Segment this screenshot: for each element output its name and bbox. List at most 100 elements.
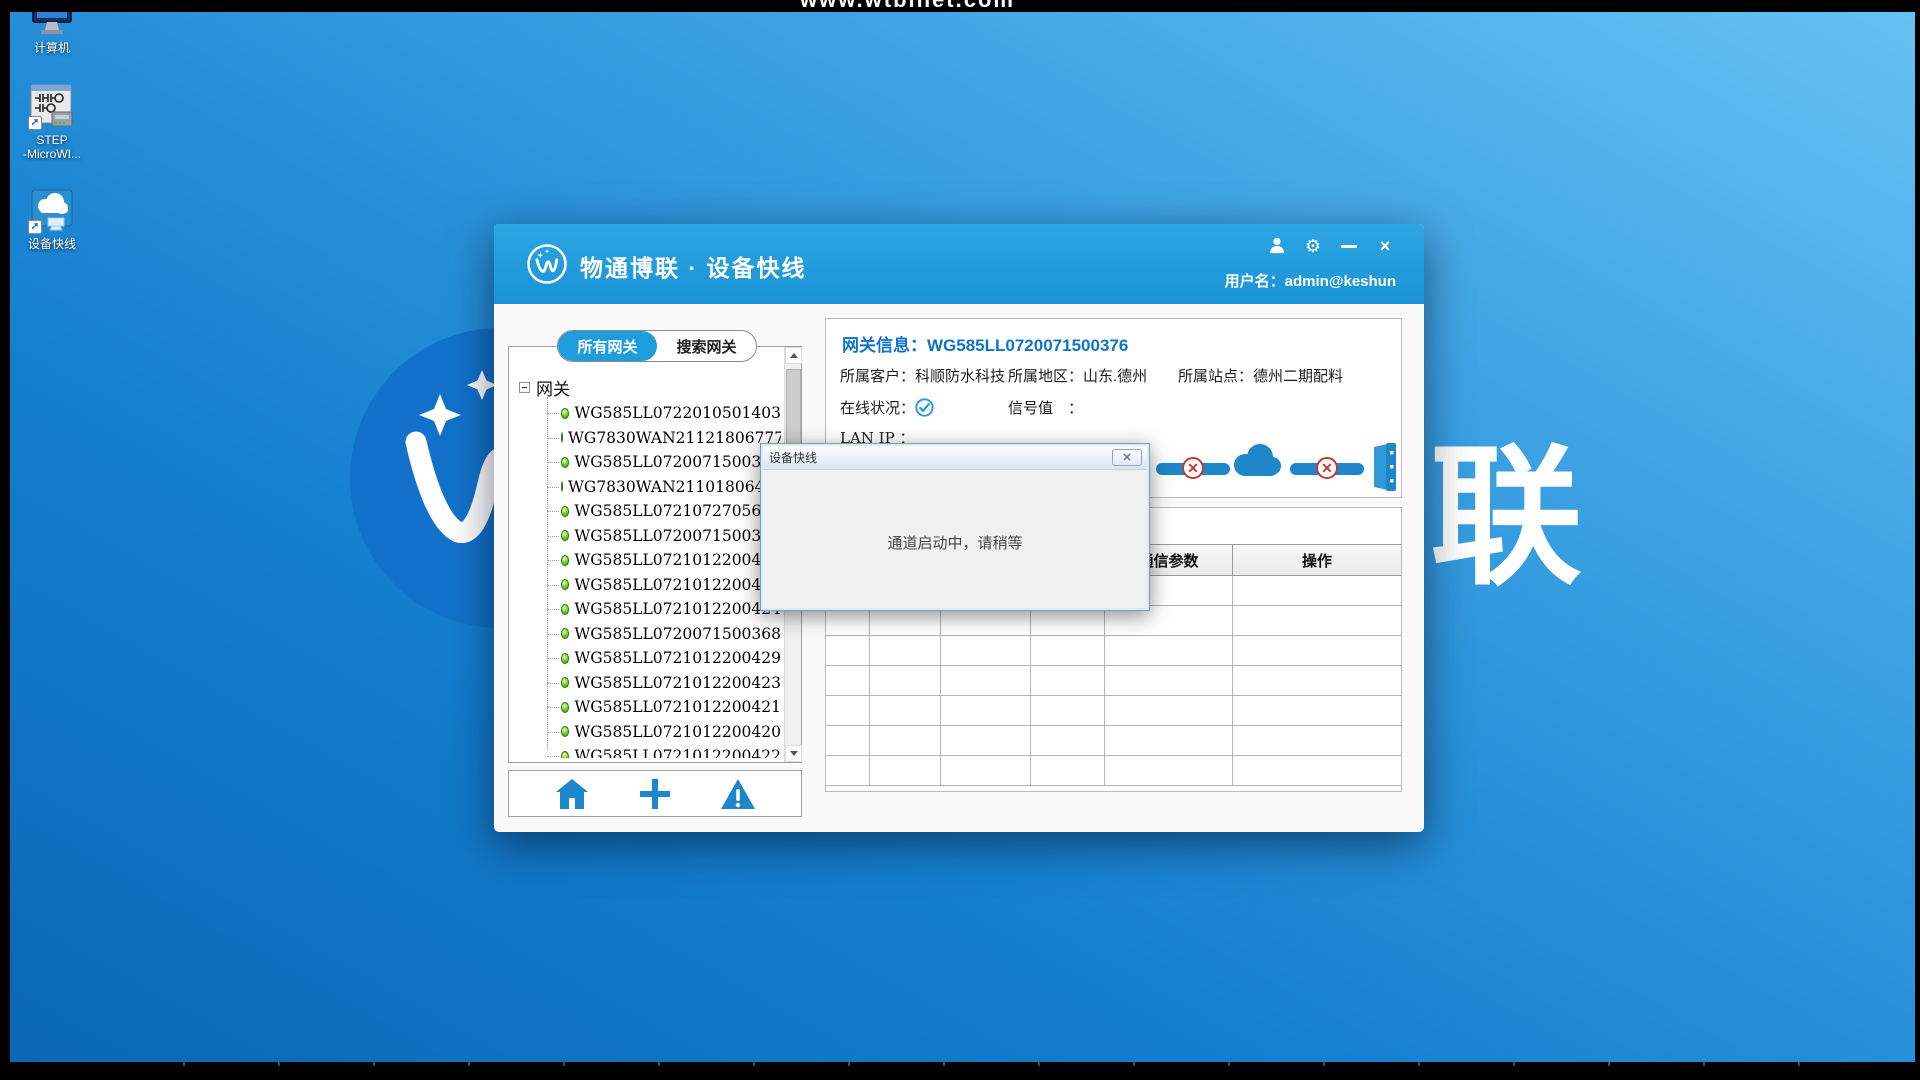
device-table-cell: [1031, 696, 1105, 725]
gateway-tree-item[interactable]: WG585LL0721012200423: [547, 671, 781, 696]
app-logo-icon: [526, 243, 568, 285]
gateway-id-label: WG585LL0721072705666: [574, 502, 781, 520]
gateway-tree-item[interactable]: WG7830WAN21121806777: [547, 426, 781, 451]
gateway-tabs: 所有网关 搜索网关: [557, 330, 757, 362]
tree-expander-icon[interactable]: [519, 382, 530, 393]
add-gateway-button[interactable]: [635, 776, 675, 812]
gateway-tree-items: WG585LL0722010501403 WG7830WAN21121806777…: [547, 401, 781, 758]
device-table-cell: [1105, 696, 1233, 725]
dialog-titlebar[interactable]: 设备快线 ✕: [763, 446, 1147, 470]
gateway-tree-item[interactable]: WG585LL0721012200429: [547, 646, 781, 671]
home-icon: [554, 777, 590, 811]
device-table-cell: [941, 696, 1031, 725]
gateway-id-label: WG585LL0721012200433: [574, 551, 781, 569]
device-table-cell: [870, 696, 941, 725]
device-table-cell: [1031, 756, 1105, 785]
gateway-online-led-icon: [561, 628, 569, 639]
device-table-cell: [870, 726, 941, 755]
alarm-button[interactable]: [718, 776, 758, 812]
gateway-id-label: WG7830WAN21101806458: [568, 478, 781, 496]
gateway-tree-item[interactable]: WG585LL0721012200422: [547, 744, 781, 758]
gateway-id-label: WG7830WAN21121806777: [568, 429, 781, 447]
gateway-tree-item[interactable]: WG585LL0721072705666: [547, 499, 781, 524]
gateway-tree-item[interactable]: WG585LL0721012200433: [547, 548, 781, 573]
device-table-cell: [1233, 756, 1401, 785]
gateway-online-led-icon: [561, 751, 569, 758]
gateway-tree-item[interactable]: WG585LL0721012200420: [547, 720, 781, 745]
gateway-tree-item[interactable]: WG585LL0720071500337: [547, 450, 781, 475]
gateway-list-panel: 网关 WG585LL0722010501403WG7830WAN21121806…: [508, 346, 802, 763]
gateway-tree-item[interactable]: WG7830WAN21101806458: [547, 475, 781, 500]
gateway-online-led-icon: [561, 677, 569, 688]
gateway-tree-item[interactable]: WG585LL0722010501403: [547, 401, 781, 426]
device-table-cell: [826, 756, 870, 785]
home-button[interactable]: [552, 776, 592, 812]
gateway-id-label: WG585LL0721012200429: [574, 649, 781, 667]
dialog-close-button[interactable]: ✕: [1112, 449, 1142, 466]
device-table-cell: [870, 756, 941, 785]
gateway-online-led-icon: [561, 702, 569, 713]
cloud-icon: [1230, 443, 1284, 484]
logged-in-user: 用户名：admin@keshun: [1225, 270, 1396, 291]
device-table-cell: [870, 666, 941, 695]
device-table-cell: [941, 726, 1031, 755]
device-table-row: [826, 756, 1401, 786]
desktop-icon-step7[interactable]: ➚ STEP -MicroWI...: [8, 84, 96, 161]
minimize-button[interactable]: [1338, 236, 1360, 256]
desktop-icon-label: STEP: [8, 133, 96, 147]
step7-icon: ➚: [28, 84, 76, 130]
dialog-title: 设备快线: [769, 449, 817, 466]
gateway-online-led-icon: [561, 555, 569, 566]
gateway-tree-item[interactable]: WG585LL0721012200421: [547, 695, 781, 720]
gateway-tree-item[interactable]: WG585LL0720071500376: [547, 524, 781, 549]
top-watermark-text: www.wtblnet.com: [800, 0, 1270, 12]
gateway-online-led-icon: [561, 530, 569, 541]
shortcut-arrow-icon: ➚: [28, 220, 42, 234]
gateway-online-led-icon: [561, 506, 569, 517]
dialog-message: 通道启动中，请稍等: [761, 532, 1149, 553]
device-table-cell: [1233, 696, 1401, 725]
user-account-icon[interactable]: [1266, 236, 1288, 256]
device-table-cell: [941, 756, 1031, 785]
device-table-cell: [1233, 606, 1401, 635]
device-table-row: [826, 636, 1401, 666]
device-table-cell: [1031, 726, 1105, 755]
tab-search-gateways[interactable]: 搜索网关: [657, 331, 756, 361]
device-table-cell: [1233, 636, 1401, 665]
gateway-tree-item[interactable]: WG585LL0721012200432: [547, 573, 781, 598]
gateway-online-led-icon: [561, 432, 563, 443]
desktop-icon-shebei-kuaixian[interactable]: ➚ 设备快线: [8, 188, 96, 251]
device-table-row: [826, 666, 1401, 696]
server-icon: [1366, 443, 1400, 500]
device-table-cell: [1105, 636, 1233, 665]
tab-all-gateways[interactable]: 所有网关: [558, 331, 657, 361]
gateway-tree-item[interactable]: WG585LL0721012200424: [547, 597, 781, 622]
link-error-icon: ✕: [1182, 457, 1204, 479]
gateway-online-led-icon: [561, 408, 569, 419]
scroll-up-icon[interactable]: [785, 347, 802, 364]
settings-gear-icon[interactable]: ⚙: [1302, 236, 1324, 256]
device-table-cell: [1105, 666, 1233, 695]
screen-top-bezel: www.wtblnet.com: [0, 0, 1920, 12]
bottom-toolbar: [508, 770, 802, 817]
taskbar-hidden-strip: [0, 1062, 1920, 1080]
device-table-row: [826, 726, 1401, 756]
gateway-online-led-icon: [561, 604, 569, 615]
gateway-id-label: WG585LL0720071500376: [574, 527, 781, 545]
device-table-cell: [1233, 726, 1401, 755]
device-table-cell: [1105, 756, 1233, 785]
device-table-cell: [826, 696, 870, 725]
link-error-icon: ✕: [1316, 457, 1338, 479]
desktop-icon-label: 计算机: [8, 41, 96, 55]
close-button[interactable]: ×: [1374, 236, 1396, 256]
device-table-cell: [1031, 636, 1105, 665]
gateway-online-led-icon: [561, 481, 563, 492]
gateway-tree-item[interactable]: WG585LL0720071500368: [547, 622, 781, 647]
taskbar-ticks: [90, 1062, 1830, 1066]
screen-left-bezel: [0, 0, 10, 1080]
device-table-cell: [1105, 726, 1233, 755]
gateway-id-label: WG585LL0721012200421: [574, 698, 781, 716]
scroll-down-icon[interactable]: [785, 745, 802, 762]
gateway-id-label: WG585LL0721012200432: [574, 576, 781, 594]
device-table-cell: [826, 666, 870, 695]
